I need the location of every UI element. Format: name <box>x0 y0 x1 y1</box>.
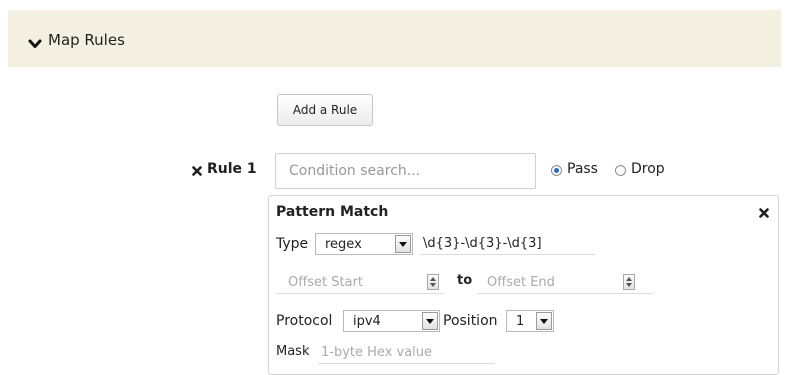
offset-start-spinner[interactable] <box>427 274 439 290</box>
offset-end-placeholder: Offset End <box>487 274 555 290</box>
pattern-input[interactable]: \d{3}-\d{3}-\d{3] <box>420 232 595 255</box>
position-select-value: 1 <box>516 313 525 329</box>
condition-search-input[interactable]: Condition search... <box>275 153 536 189</box>
type-select[interactable]: regex <box>315 233 413 255</box>
pass-label: Pass <box>567 161 598 177</box>
position-label: Position <box>443 313 498 329</box>
remove-rule-icon[interactable] <box>192 166 202 176</box>
offset-start-placeholder: Offset Start <box>288 274 363 290</box>
pattern-match-title: Pattern Match <box>276 204 389 220</box>
dropdown-arrow-icon[interactable] <box>422 312 438 330</box>
dropdown-arrow-icon[interactable] <box>536 312 552 330</box>
mask-label: Mask <box>276 344 310 359</box>
chevron-down-icon[interactable] <box>28 39 42 49</box>
rule-label: Rule 1 <box>207 161 257 177</box>
offset-end-spinner[interactable] <box>623 274 635 290</box>
pattern-value: \d{3}-\d{3}-\d{3] <box>423 235 542 251</box>
mask-input[interactable]: 1-byte Hex value <box>318 341 495 364</box>
close-icon[interactable] <box>759 208 769 218</box>
protocol-label: Protocol <box>276 313 333 329</box>
mask-placeholder: 1-byte Hex value <box>321 344 433 360</box>
protocol-select[interactable]: ipv4 <box>343 310 440 332</box>
section-title: Map Rules <box>48 31 125 49</box>
map-rules-header[interactable]: Map Rules <box>8 10 781 67</box>
to-label: to <box>457 273 473 288</box>
condition-search-placeholder: Condition search... <box>289 163 421 179</box>
protocol-select-value: ipv4 <box>353 313 381 329</box>
dropdown-arrow-icon[interactable] <box>395 235 411 253</box>
pass-radio[interactable] <box>551 165 562 176</box>
type-label: Type <box>276 236 309 252</box>
offset-start-input[interactable]: Offset Start <box>276 271 444 294</box>
add-rule-button[interactable]: Add a Rule <box>277 94 373 126</box>
drop-label: Drop <box>631 161 665 177</box>
drop-radio[interactable] <box>615 165 626 176</box>
type-select-value: regex <box>325 236 362 252</box>
position-select[interactable]: 1 <box>506 310 554 332</box>
